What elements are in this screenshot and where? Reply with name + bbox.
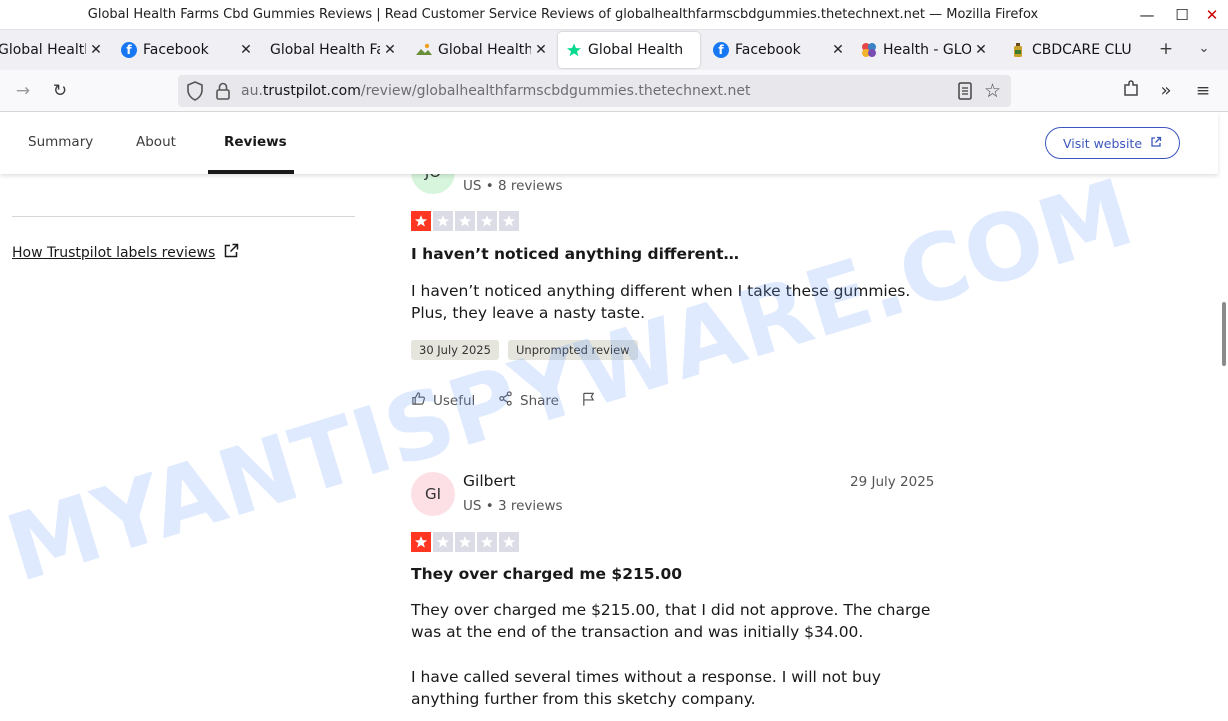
overflow-menu-icon[interactable]: » xyxy=(1155,80,1177,102)
reload-icon[interactable]: ↻ xyxy=(49,80,71,102)
subnav-summary[interactable]: Summary xyxy=(28,134,93,150)
share-button[interactable]: Share xyxy=(498,391,559,410)
reviewer-name[interactable]: Gilbert xyxy=(463,472,515,490)
empty-star-icon xyxy=(433,532,453,552)
subnav-reviews[interactable]: Reviews xyxy=(224,134,287,150)
url-prefix: au. xyxy=(241,83,263,99)
flag-icon xyxy=(581,391,596,411)
tab-label: Global Health xyxy=(588,42,684,58)
empty-star-icon xyxy=(499,211,519,231)
thumbs-up-icon xyxy=(411,391,426,410)
empty-star-icon xyxy=(477,211,497,231)
navigation-bar: → ↻ au.trustpilot.com/review/globalhealt… xyxy=(0,70,1228,112)
tab-label: Facebook xyxy=(143,42,209,58)
unprompted-review-tag: Unprompted review xyxy=(508,340,638,360)
empty-star-icon xyxy=(477,532,497,552)
visit-website-label: Visit website xyxy=(1062,135,1143,151)
shield-icon[interactable] xyxy=(186,81,204,105)
tab-global-health-3[interactable]: Global Health ✕ xyxy=(416,32,551,68)
tab-bar: Global Health ✕ f Facebook ✕ Global Heal… xyxy=(0,30,1228,70)
empty-star-icon xyxy=(433,211,453,231)
star-rating xyxy=(411,211,519,231)
close-tab-icon[interactable]: ✕ xyxy=(828,42,848,58)
forward-icon[interactable]: → xyxy=(12,80,34,102)
window-title-bar: Global Health Farms Cbd Gummies Reviews … xyxy=(0,0,1228,30)
tab-global-health-active[interactable]: Global Health xyxy=(558,32,700,68)
active-tab-indicator xyxy=(208,170,294,174)
review-title[interactable]: I haven’t noticed anything different… xyxy=(411,245,739,263)
bookmark-star-icon[interactable]: ☆ xyxy=(984,80,1001,102)
url-bar[interactable]: au.trustpilot.com/review/globalhealthfar… xyxy=(178,75,1011,107)
tab-health-glob[interactable]: Health - GLOB ✕ xyxy=(861,32,991,68)
filled-star-icon xyxy=(411,532,431,552)
review-body-paragraph: I have called several times without a re… xyxy=(411,668,881,708)
share-label: Share xyxy=(520,392,559,409)
tab-label: CBDCARE CLU xyxy=(1032,42,1132,58)
reviewer-meta: US • 8 reviews xyxy=(463,178,563,194)
external-link-icon xyxy=(1150,136,1162,151)
tab-global-health-2[interactable]: Global Health Far ✕ xyxy=(270,32,400,68)
tab-cbdcare[interactable]: CBDCARE CLU xyxy=(1010,32,1135,68)
review-date: 29 July 2025 xyxy=(850,474,935,490)
tab-global-health-1[interactable]: Global Health ✕ xyxy=(0,32,106,68)
bottle-icon xyxy=(1010,42,1026,58)
window-title: Global Health Farms Cbd Gummies Reviews … xyxy=(87,7,1039,22)
hamburger-menu-icon[interactable]: ≡ xyxy=(1192,80,1214,102)
scrollbar-thumb[interactable] xyxy=(1222,302,1226,366)
empty-star-icon xyxy=(499,532,519,552)
lock-icon[interactable] xyxy=(215,81,231,105)
useful-button[interactable]: Useful xyxy=(411,391,475,410)
company-subnav: Summary About Reviews Visit website xyxy=(0,112,1218,174)
empty-star-icon xyxy=(455,532,475,552)
close-tab-icon[interactable]: ✕ xyxy=(531,42,551,58)
tab-label: Global Health Far xyxy=(270,42,380,58)
url-path: /review/globalhealthfarmscbdgummies.thet… xyxy=(360,83,751,99)
flag-button[interactable] xyxy=(581,391,596,411)
trustpilot-star-icon xyxy=(566,42,582,58)
how-trustpilot-labels-reviews-link[interactable]: How Trustpilot labels reviews xyxy=(12,243,239,263)
facebook-icon: f xyxy=(121,42,137,58)
review-body-paragraph: They over charged me $215.00, that I did… xyxy=(411,601,931,641)
star-rating xyxy=(411,532,519,552)
review-date-tag: 30 July 2025 xyxy=(411,340,499,360)
facebook-icon: f xyxy=(713,42,729,58)
minimize-icon[interactable]: — xyxy=(1136,4,1158,26)
filled-star-icon xyxy=(411,211,431,231)
empty-star-icon xyxy=(455,211,475,231)
page-content: Summary About Reviews Visit website How … xyxy=(0,112,1228,721)
watermark-text: MYANTISPYWARE.COM xyxy=(0,159,1145,603)
maximize-icon[interactable]: ☐ xyxy=(1171,4,1193,26)
extensions-icon[interactable] xyxy=(1120,80,1142,102)
review-body: I haven’t noticed anything different whe… xyxy=(411,282,911,322)
tab-label: Global Health xyxy=(438,42,531,58)
visit-website-button[interactable]: Visit website xyxy=(1045,127,1180,159)
external-link-icon xyxy=(223,243,239,263)
url-domain: trustpilot.com xyxy=(262,83,361,99)
reader-view-icon[interactable] xyxy=(957,82,973,104)
tab-label: Health - GLOB xyxy=(883,42,971,58)
avatar: GI xyxy=(411,472,455,516)
new-tab-icon[interactable]: + xyxy=(1155,38,1177,60)
useful-label: Useful xyxy=(433,392,476,409)
close-window-icon[interactable]: ✕ xyxy=(1201,4,1223,26)
close-tab-icon[interactable]: ✕ xyxy=(971,42,991,58)
close-tab-icon[interactable]: ✕ xyxy=(236,42,256,58)
subnav-about[interactable]: About xyxy=(136,134,176,150)
list-tabs-icon[interactable]: ⌄ xyxy=(1193,38,1215,60)
landscape-icon xyxy=(416,42,432,58)
tab-label: Facebook xyxy=(735,42,801,58)
tab-label: Global Health xyxy=(0,42,86,58)
tab-facebook-1[interactable]: f Facebook ✕ xyxy=(121,32,256,68)
url-text: au.trustpilot.com/review/globalhealthfar… xyxy=(241,83,750,99)
reviewer-meta: US • 3 reviews xyxy=(463,498,563,514)
sidebar-divider xyxy=(12,216,355,217)
colorful-logo-icon xyxy=(861,42,877,58)
share-icon xyxy=(498,391,513,410)
close-tab-icon[interactable]: ✕ xyxy=(380,42,400,58)
review-title[interactable]: They over charged me $215.00 xyxy=(411,565,682,583)
tab-facebook-2[interactable]: f Facebook ✕ xyxy=(713,32,848,68)
close-tab-icon[interactable]: ✕ xyxy=(86,42,106,58)
how-link-label: How Trustpilot labels reviews xyxy=(12,245,216,261)
